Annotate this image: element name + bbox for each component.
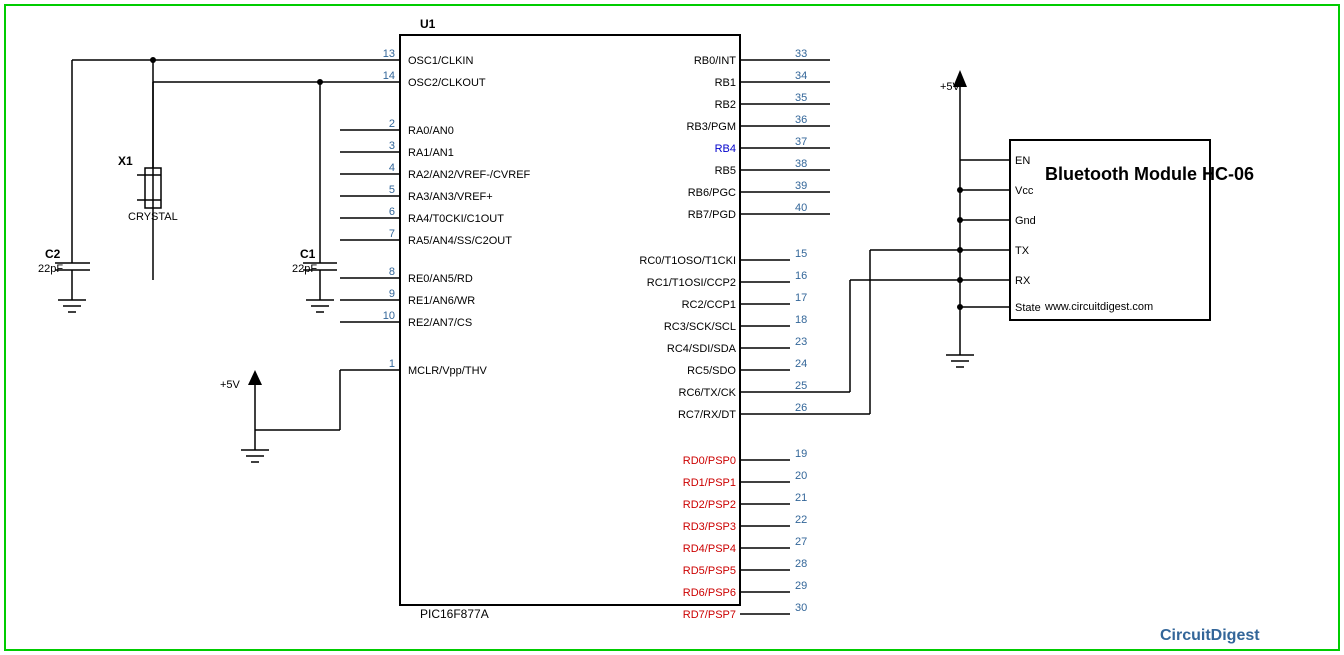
pin7-num: 7 bbox=[389, 228, 395, 240]
pin2-name: RA0/AN0 bbox=[408, 125, 454, 137]
bt-gnd-label: Gnd bbox=[1015, 215, 1036, 227]
bt-label: Bluetooth Module HC-06 bbox=[1045, 164, 1254, 184]
pin5-num: 5 bbox=[389, 184, 395, 196]
pin16-name: RC1/T1OSI/CCP2 bbox=[647, 277, 736, 289]
pin35-name: RB2 bbox=[715, 99, 736, 111]
pin18-num: 18 bbox=[795, 314, 807, 326]
pin36-name: RB3/PGM bbox=[686, 121, 736, 133]
pin39-num: 39 bbox=[795, 180, 807, 192]
pin2-num: 2 bbox=[389, 118, 395, 130]
pin30-name: RD7/PSP7 bbox=[683, 609, 736, 621]
pin25-name: RC6/TX/CK bbox=[679, 387, 737, 399]
pin19-name: RD0/PSP0 bbox=[683, 455, 736, 467]
pin25-num: 25 bbox=[795, 380, 807, 392]
c2-label: C2 bbox=[45, 247, 61, 261]
pin40-name: RB7/PGD bbox=[688, 209, 736, 221]
pin9-num: 9 bbox=[389, 288, 395, 300]
c1-label: C1 bbox=[300, 247, 316, 261]
bt-rx-label: RX bbox=[1015, 275, 1031, 287]
pin34-name: RB1 bbox=[715, 77, 736, 89]
pin39-name: RB6/PGC bbox=[688, 187, 736, 199]
ic-name: PIC16F877A bbox=[420, 607, 489, 621]
pin40-num: 40 bbox=[795, 202, 807, 214]
pin8-num: 8 bbox=[389, 266, 395, 278]
pin33-name: RB0/INT bbox=[694, 55, 736, 67]
pin4-name: RA2/AN2/VREF-/CVREF bbox=[408, 169, 531, 181]
pin20-name: RD1/PSP1 bbox=[683, 477, 736, 489]
pin6-name: RA4/T0CKI/C1OUT bbox=[408, 213, 504, 225]
pin35-num: 35 bbox=[795, 92, 807, 104]
pin21-num: 21 bbox=[795, 492, 807, 504]
pin13-name: OSC1/CLKIN bbox=[408, 55, 473, 67]
brand: CircuitDigest bbox=[1160, 627, 1260, 644]
pin28-name: RD5/PSP5 bbox=[683, 565, 736, 577]
pin29-name: RD6/PSP6 bbox=[683, 587, 736, 599]
pin37-num: 37 bbox=[795, 136, 807, 148]
pin5-name: RA3/AN3/VREF+ bbox=[408, 191, 493, 203]
pin20-num: 20 bbox=[795, 470, 807, 482]
pin38-num: 38 bbox=[795, 158, 807, 170]
pin29-num: 29 bbox=[795, 580, 807, 592]
pin16-num: 16 bbox=[795, 270, 807, 282]
pin23-name: RC4/SDI/SDA bbox=[667, 343, 737, 355]
pin6-num: 6 bbox=[389, 206, 395, 218]
pin7-name: RA5/AN4/SS/C2OUT bbox=[408, 235, 512, 247]
pin13-num: 13 bbox=[383, 48, 395, 60]
bt-vcc-label: Vcc bbox=[1015, 185, 1034, 197]
pin26-num: 26 bbox=[795, 402, 807, 414]
pin27-name: RD4/PSP4 bbox=[683, 543, 736, 555]
bt-tx-label: TX bbox=[1015, 245, 1030, 257]
pin28-num: 28 bbox=[795, 558, 807, 570]
pin19-num: 19 bbox=[795, 448, 807, 460]
pin38-name: RB5 bbox=[715, 165, 736, 177]
pin27-num: 27 bbox=[795, 536, 807, 548]
pin4-num: 4 bbox=[389, 162, 395, 174]
pin14-name: OSC2/CLKOUT bbox=[408, 77, 486, 89]
pin24-name: RC5/SDO bbox=[687, 365, 736, 377]
pin9-name: RE1/AN6/WR bbox=[408, 295, 475, 307]
pin1-num: 1 bbox=[389, 358, 395, 370]
pin33-num: 33 bbox=[795, 48, 807, 60]
pin10-name: RE2/AN7/CS bbox=[408, 317, 472, 329]
bt-url: www.circuitdigest.com bbox=[1044, 301, 1153, 313]
power-label-crystal: +5V bbox=[220, 379, 241, 391]
pin15-name: RC0/T1OSO/T1CKI bbox=[639, 255, 736, 267]
pin15-num: 15 bbox=[795, 248, 807, 260]
pin21-name: RD2/PSP2 bbox=[683, 499, 736, 511]
pin17-num: 17 bbox=[795, 292, 807, 304]
bt-en-label: EN bbox=[1015, 155, 1030, 167]
c2-value: 22pF bbox=[38, 263, 63, 275]
pin17-name: RC2/CCP1 bbox=[682, 299, 736, 311]
c1-value: 22pF bbox=[292, 263, 317, 275]
pin3-name: RA1/AN1 bbox=[408, 147, 454, 159]
pin8-name: RE0/AN5/RD bbox=[408, 273, 473, 285]
pin22-name: RD3/PSP3 bbox=[683, 521, 736, 533]
pin23-num: 23 bbox=[795, 336, 807, 348]
circuit-diagram: U1 PIC16F877A 13 OSC1/CLKIN 14 OSC2/CLKO… bbox=[0, 0, 1344, 655]
crystal-label: X1 bbox=[118, 154, 133, 168]
bt-state-label: State bbox=[1015, 302, 1041, 314]
pin26-name: RC7/RX/DT bbox=[678, 409, 736, 421]
pin36-num: 36 bbox=[795, 114, 807, 126]
pin1-name: MCLR/Vpp/THV bbox=[408, 365, 488, 377]
ic-label: U1 bbox=[420, 17, 436, 31]
pin18-name: RC3/SCK/SCL bbox=[664, 321, 736, 333]
pin10-num: 10 bbox=[383, 310, 395, 322]
pin14-num: 14 bbox=[383, 70, 395, 82]
pin24-num: 24 bbox=[795, 358, 807, 370]
pin30-num: 30 bbox=[795, 602, 807, 614]
pin34-num: 34 bbox=[795, 70, 807, 82]
pin3-num: 3 bbox=[389, 140, 395, 152]
pin37-name: RB4 bbox=[715, 143, 736, 155]
pin22-num: 22 bbox=[795, 514, 807, 526]
